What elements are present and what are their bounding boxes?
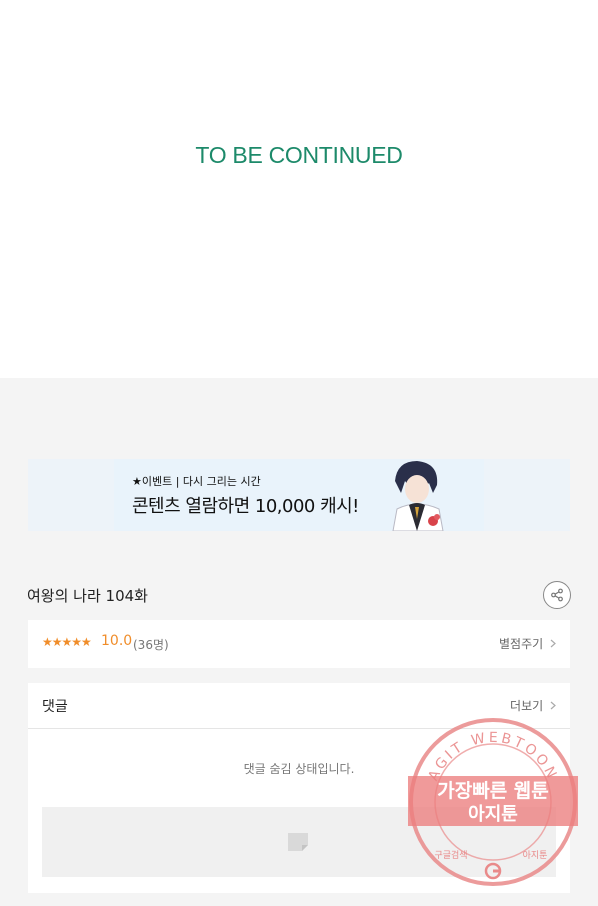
rating-score: 10.0 [101, 633, 133, 649]
watermark-bottom-right: 아지툰 [523, 850, 548, 861]
rating-card: ★★★★★ 10.0 (36명) 별점주기 [28, 620, 570, 668]
banner-event-line: ★이벤트 | 다시 그리는 시간 [132, 475, 261, 488]
event-banner[interactable]: ★이벤트 | 다시 그리는 시간 콘텐츠 열람하면 10,000 캐시! [28, 459, 570, 531]
episode-title: 여왕의 나라 104화 [27, 587, 148, 605]
watermark-line1: 가장빠른 웹툰 [437, 780, 549, 802]
rate-button[interactable]: 별점주기 [499, 635, 556, 652]
watermark-bottom-left: 구글검색 [434, 849, 467, 861]
rate-button-label: 별점주기 [499, 637, 544, 651]
banner-headline: 콘텐츠 열람하면 10,000 캐시! [132, 496, 359, 517]
banner-side-left [28, 459, 114, 531]
rating-count: (36명) [133, 638, 169, 652]
share-button[interactable] [543, 581, 571, 609]
share-icon [551, 588, 563, 602]
comments-more-label: 더보기 [510, 699, 544, 713]
chevron-right-icon [550, 701, 556, 710]
google-icon [484, 862, 502, 880]
chevron-right-icon [550, 639, 556, 648]
comments-more-button[interactable]: 더보기 [510, 697, 556, 714]
watermark-line2: 아지툰 [468, 804, 518, 825]
episode-content-area: TO BE CONTINUED [0, 0, 598, 378]
watermark-stamp: AGIT WEBTOON 가장빠른 웹툰 아지툰 구글검색 아지툰 [408, 718, 578, 886]
banner-side-right [484, 459, 570, 531]
rating-stars: ★★★★★ [42, 635, 92, 649]
svg-text:AGIT WEBTOON: AGIT WEBTOON [425, 730, 560, 783]
comments-title: 댓글 [42, 699, 68, 715]
watermark-ring-text: AGIT WEBTOON [425, 730, 557, 783]
to-be-continued-text: TO BE CONTINUED [195, 142, 403, 168]
comment-placeholder-icon [288, 833, 308, 851]
banner-character-illustration [392, 461, 444, 531]
